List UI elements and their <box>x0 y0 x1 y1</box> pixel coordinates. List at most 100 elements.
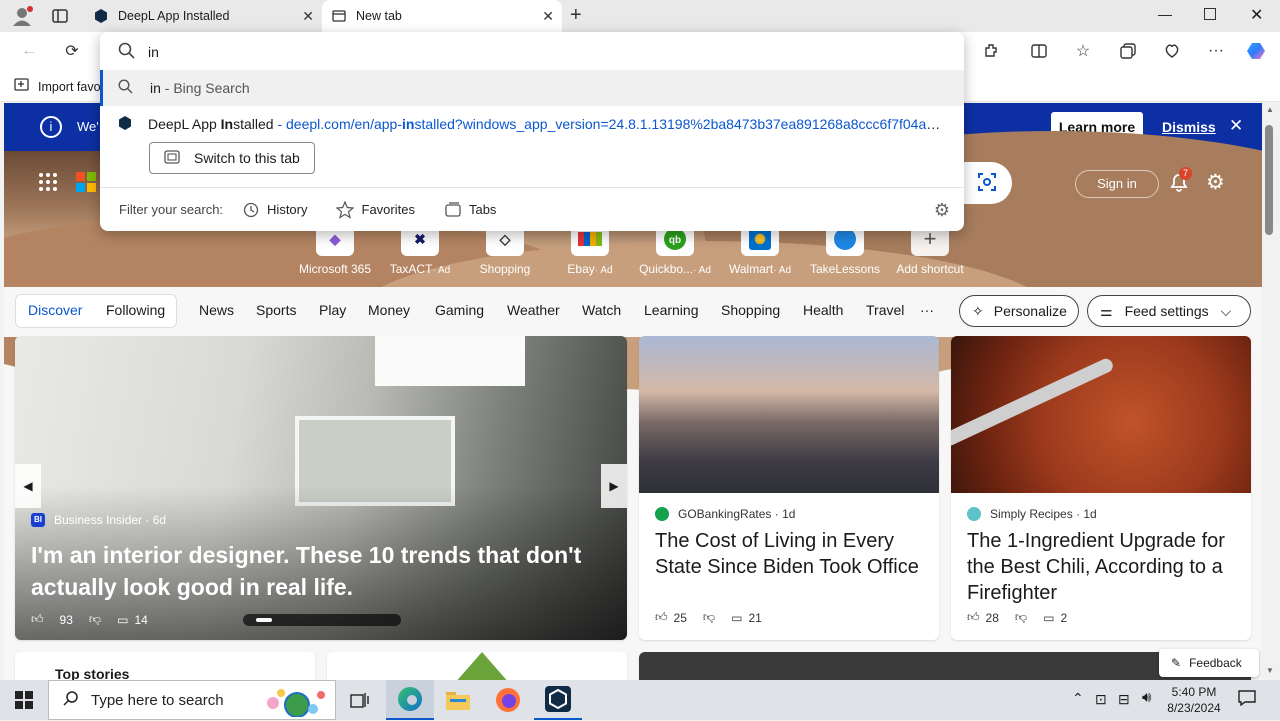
category-health[interactable]: Health <box>803 302 843 318</box>
taskbar-search-box[interactable]: Type here to search <box>48 680 336 720</box>
split-screen-icon[interactable] <box>1028 40 1050 62</box>
extensions-icon[interactable] <box>980 40 1002 62</box>
tab-discover[interactable]: Discover <box>28 302 82 318</box>
dislike-icon[interactable]: 👎︎ <box>1015 610 1027 625</box>
comment-icon[interactable]: ▭ <box>731 611 742 625</box>
category-gaming[interactable]: Gaming <box>435 302 484 318</box>
personalize-button[interactable]: ✧ Personalize <box>959 295 1079 327</box>
tab-title: DeepL App Installed <box>118 9 230 23</box>
feed-settings-button[interactable]: ⚌ Feed settings ⌵ <box>1087 295 1251 327</box>
carousel-prev-button[interactable]: ◀ <box>15 464 41 508</box>
refresh-icon[interactable]: ⟳ <box>61 40 83 62</box>
tab-deepl[interactable]: DeepL App Installed ✕ <box>84 0 322 32</box>
profile-icon[interactable] <box>10 5 34 27</box>
favorites-icon[interactable]: ☆ <box>1072 40 1094 62</box>
category-watch[interactable]: Watch <box>582 302 621 318</box>
tray-device-icon[interactable]: ⊡ <box>1095 691 1107 708</box>
svg-text:✺: ✺ <box>754 231 766 247</box>
close-tab-icon[interactable]: ✕ <box>542 8 554 25</box>
start-button[interactable] <box>0 680 48 720</box>
tab-following[interactable]: Following <box>106 302 165 318</box>
article-headline[interactable]: The 1-Ingredient Upgrade for the Best Ch… <box>967 528 1239 606</box>
window-close-button[interactable]: ✕ <box>1250 5 1263 25</box>
article-card[interactable] <box>327 652 627 680</box>
notifications-icon[interactable]: 7 <box>1167 167 1192 194</box>
tab-actions-icon[interactable] <box>52 8 68 24</box>
import-favorites-button[interactable]: Import favo <box>14 78 101 95</box>
filter-favorites-button[interactable]: Favorites <box>335 200 415 219</box>
visual-search-button[interactable] <box>962 162 1012 204</box>
tab-new-tab[interactable]: New tab ✕ <box>322 0 562 32</box>
filter-tabs-button[interactable]: Tabs <box>445 201 496 218</box>
article-card[interactable]: Simply Recipes · 1d The 1-Ingredient Upg… <box>951 336 1251 640</box>
tent-image <box>447 652 517 680</box>
taskbar-firefox[interactable] <box>484 680 532 720</box>
suggestion-open-tab[interactable]: DeepL App Installed - deepl.com/en/app-i… <box>100 106 964 142</box>
back-icon[interactable]: ← <box>18 40 40 62</box>
filter-history-button[interactable]: History <box>243 202 308 218</box>
notification-center-icon[interactable] <box>1238 690 1256 707</box>
feed-settings-label: Feed settings <box>1124 303 1209 319</box>
close-tab-icon[interactable]: ✕ <box>302 8 314 25</box>
category-news[interactable]: News <box>199 302 234 318</box>
dislike-icon[interactable]: 👎︎ <box>703 610 715 625</box>
feed-navigation: Discover Following News Sports Play Mone… <box>4 287 1262 337</box>
carousel-next-button[interactable]: ▶ <box>601 464 627 508</box>
network-icon[interactable]: ⊟ <box>1118 691 1130 708</box>
article-card[interactable]: GOBankingRates · 1d The Cost of Living i… <box>639 336 939 640</box>
article-headline[interactable]: The Cost of Living in Every State Since … <box>655 528 927 580</box>
taskbar-deepl[interactable] <box>534 680 582 720</box>
volume-icon[interactable]: 🔊︎ <box>1142 689 1151 706</box>
comment-icon[interactable]: ▭ <box>1043 611 1054 625</box>
page-scrollbar[interactable]: ▲ ▼ <box>1262 103 1280 680</box>
apps-grid-icon[interactable] <box>38 172 58 192</box>
new-tab-button[interactable]: + <box>570 4 582 27</box>
firefox-icon <box>496 688 520 712</box>
category-weather[interactable]: Weather <box>507 302 560 318</box>
restore-button[interactable] <box>1204 8 1216 20</box>
article-age: · 1d <box>774 507 796 521</box>
sliders-icon: ⚌ <box>1100 302 1113 319</box>
more-categories[interactable]: ··· <box>920 302 934 318</box>
featured-article-card[interactable]: ◀ ▶ BI Business Insider · 6d I'm an inte… <box>15 336 627 640</box>
category-shopping[interactable]: Shopping <box>721 302 780 318</box>
sign-in-button[interactable]: Sign in <box>1075 170 1159 198</box>
like-icon[interactable]: 👍︎ <box>31 612 44 627</box>
dismiss-link[interactable]: Dismiss <box>1162 119 1216 135</box>
minimize-button[interactable]: — <box>1158 6 1172 22</box>
address-bar-input[interactable] <box>148 42 848 62</box>
article-headline[interactable]: I'm an interior designer. These 10 trend… <box>31 539 615 603</box>
tray-chevron-icon[interactable]: ⌃ <box>1072 690 1084 707</box>
category-learning[interactable]: Learning <box>644 302 699 318</box>
suggestion-title: DeepL App <box>148 116 221 132</box>
shortcut-label: Quickbo... <box>639 262 694 276</box>
scroll-thumb[interactable] <box>1265 125 1273 235</box>
more-menu-icon[interactable]: ··· <box>1205 40 1227 62</box>
category-money[interactable]: Money <box>368 302 410 318</box>
feedback-button[interactable]: ✎ Feedback <box>1159 649 1259 677</box>
clock[interactable]: 5:40 PM 8/23/2024 <box>1166 684 1222 716</box>
notification-badge: 7 <box>1179 167 1192 180</box>
category-travel[interactable]: Travel <box>866 302 904 318</box>
filter-favorites-label: Favorites <box>361 202 415 217</box>
copilot-icon[interactable] <box>1246 40 1268 62</box>
category-play[interactable]: Play <box>319 302 346 318</box>
suggestion-bing-search[interactable]: in - Bing Search <box>100 70 964 106</box>
search-settings-icon[interactable]: ⚙ <box>934 200 950 221</box>
like-icon[interactable]: 👍︎ <box>967 610 980 625</box>
switch-to-tab-button[interactable]: Switch to this tab <box>149 142 315 174</box>
taskbar-file-explorer[interactable] <box>434 680 482 720</box>
task-view-button[interactable] <box>336 680 384 720</box>
scroll-up-arrow[interactable]: ▲ <box>1266 105 1274 114</box>
scroll-down-arrow[interactable]: ▼ <box>1266 666 1274 675</box>
comment-icon[interactable]: ▭ <box>117 613 128 627</box>
shortcut-label: Shopping <box>479 262 531 276</box>
category-sports[interactable]: Sports <box>256 302 296 318</box>
close-banner-icon[interactable]: ✕ <box>1229 116 1243 136</box>
page-settings-icon[interactable]: ⚙ <box>1206 172 1228 194</box>
taskbar-edge[interactable] <box>386 680 434 720</box>
collections-icon[interactable] <box>1117 40 1139 62</box>
like-icon[interactable]: 👍︎ <box>655 610 668 625</box>
dislike-icon[interactable]: 👎︎ <box>89 612 101 627</box>
performance-icon[interactable] <box>1161 40 1183 62</box>
